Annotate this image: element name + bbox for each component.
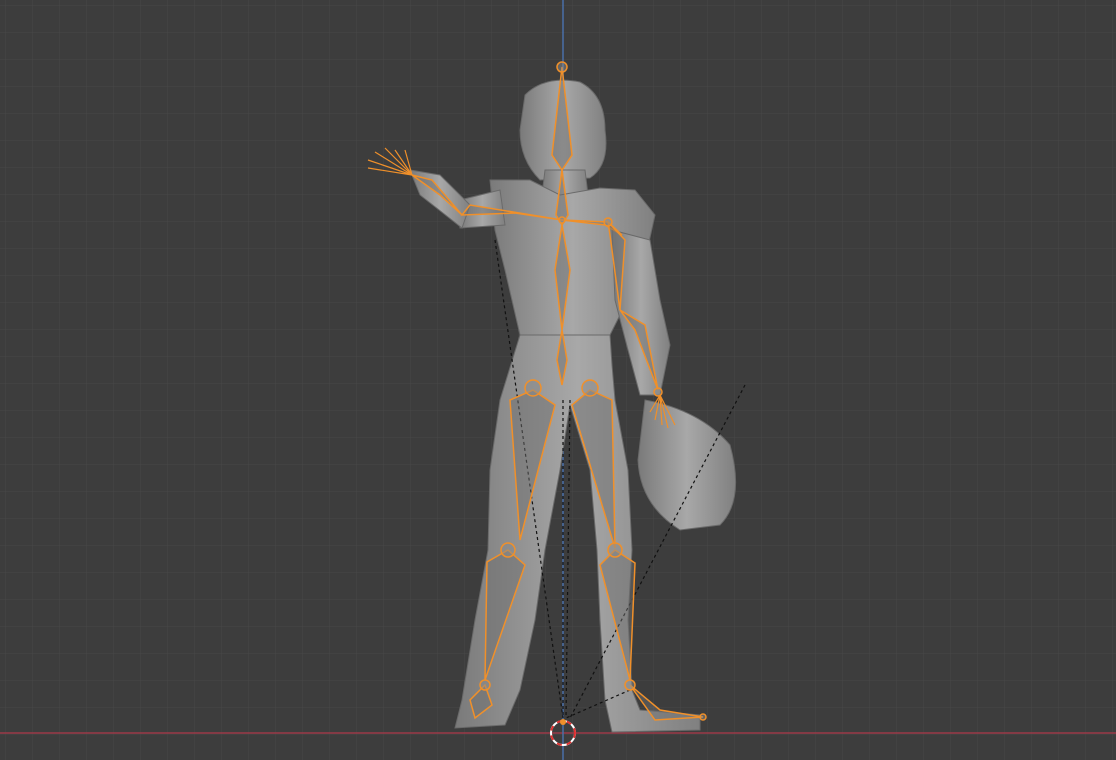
viewport-shape (581, 379, 599, 397)
viewport-shape (624, 679, 636, 691)
viewport-shape (560, 719, 566, 725)
viewport-shape (479, 679, 491, 691)
viewport-shape (556, 61, 568, 73)
viewport-shape (603, 217, 613, 227)
viewport-shape (558, 216, 566, 224)
viewport-shape (524, 379, 542, 397)
viewport-shape (699, 713, 707, 721)
3d-viewport[interactable] (0, 0, 1116, 760)
viewport-canvas[interactable] (0, 0, 1116, 760)
viewport-shape (653, 387, 663, 397)
viewport-shape (500, 542, 516, 558)
viewport-shape (607, 542, 623, 558)
